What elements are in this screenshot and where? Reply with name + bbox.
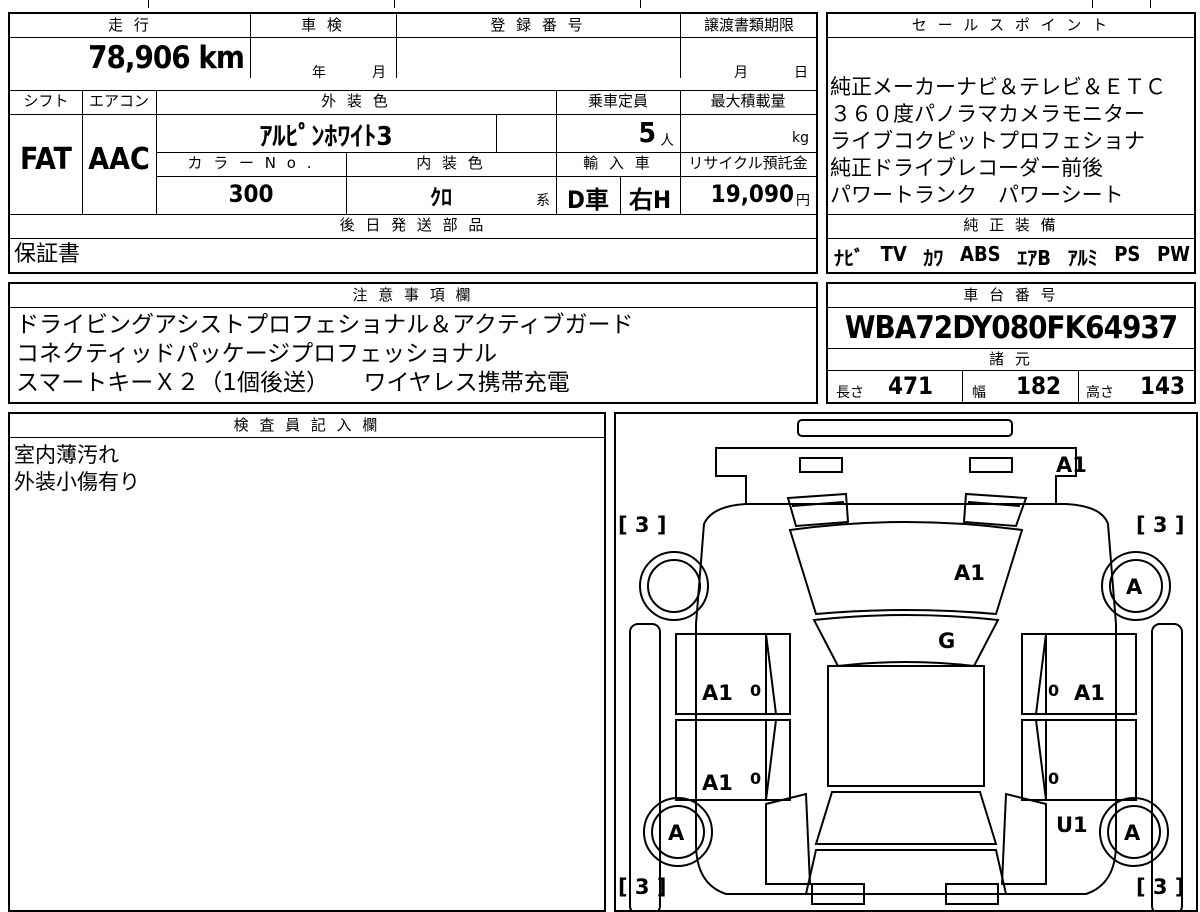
sales-point-item: 純正メーカーナビ＆テレビ＆ＥＴＣ — [830, 75, 1166, 99]
shift-value: FAT — [20, 142, 72, 177]
color-no-value: 300 — [228, 180, 274, 208]
inspection-label: 車 検 — [301, 16, 345, 34]
yen-unit: 円 — [796, 193, 810, 209]
equipment-item: ABS — [960, 242, 1001, 266]
equipment-item: ﾅﾋﾞ — [834, 246, 864, 270]
recycle-label: リサイクル預託金 — [688, 154, 808, 172]
inspector-note: 室内薄汚れ — [14, 443, 119, 467]
tire-br-rating: [ 3 ] — [1136, 875, 1184, 899]
interior-color-label: 内 装 色 — [416, 154, 486, 172]
specs-label: 諸 元 — [989, 350, 1033, 368]
series-unit: 系 — [536, 193, 550, 209]
damage-diagram-box: [ 3 ] [ 3 ] [ 3 ] [ 3 ] A A A A1 A1 G A1… — [614, 412, 1198, 912]
zero-mark: 0 — [750, 769, 761, 788]
equipment-item: TV — [880, 242, 907, 266]
inspection-year-unit: 年 — [312, 65, 326, 81]
chassis-label: 車 台 番 号 — [963, 286, 1059, 304]
sales-point-item: ３６０度パノラマカメラモニター — [830, 102, 1145, 126]
front-door-right-code: A1 — [1074, 681, 1105, 705]
top-edge-strip — [0, 0, 1200, 8]
later-parts-value: 保証書 — [14, 242, 81, 267]
aircon-label: エアコン — [88, 92, 149, 110]
max-load-unit: kg — [792, 130, 809, 146]
zero-mark: 0 — [1048, 769, 1059, 788]
vehicle-info-table: 走 行 車 検 登 録 番 号 譲渡書類期限 78,906 km 年 月 月 日… — [8, 12, 818, 274]
capacity-value: 5 — [638, 116, 656, 149]
sales-points-label: セ ー ル ス ポ イ ン ト — [911, 16, 1111, 34]
sales-point-item: ライブコクピットプロフェショナ — [830, 129, 1145, 153]
exterior-color-label: 外 装 色 — [321, 92, 391, 110]
inspector-note: 外装小傷有り — [14, 470, 140, 494]
capacity-label: 乗車定員 — [587, 92, 648, 110]
equipment-item: ｶﾜ — [923, 246, 944, 270]
mileage-label: 走 行 — [108, 16, 152, 34]
tire-tr-rating: [ 3 ] — [1136, 513, 1184, 537]
length-value: 471 — [888, 372, 934, 400]
equipment-list: ﾅﾋﾞ TV ｶﾜ ABS ｴｱB ｱﾙﾐ PS PW — [834, 242, 1190, 271]
note-line: ドライビングアシストプロフェショナル＆アクティブガード — [16, 312, 634, 338]
rear-quarter-right-code: U1 — [1056, 813, 1088, 837]
chassis-specs-box: 車 台 番 号 WBA72DY080FK64937 諸 元 長さ 471 幅 1… — [826, 282, 1196, 404]
registration-label: 登 録 番 号 — [490, 16, 586, 34]
later-parts-label: 後 日 発 送 部 品 — [339, 216, 487, 234]
shift-label: シフト — [23, 92, 69, 110]
import-label: 輸 入 車 — [583, 154, 653, 172]
notes-box: 注 意 事 項 欄 ドライビングアシストプロフェショナル＆アクティブガード コネ… — [8, 282, 818, 404]
wheel-bl-code: A — [668, 821, 685, 845]
height-unit: 高さ — [1086, 385, 1114, 401]
sales-point-item: パワートランク パワーシート — [830, 183, 1124, 207]
genuine-equipment-label: 純 正 装 備 — [963, 216, 1059, 234]
width-value: 182 — [1016, 372, 1062, 400]
wheel-tr-code: A — [1126, 575, 1143, 599]
front-door-left-code: A1 — [702, 681, 733, 705]
zero-mark: 0 — [1048, 681, 1059, 700]
recycle-value: 19,090 — [710, 180, 794, 208]
equipment-item: PW — [1156, 242, 1190, 266]
sales-point-item: 純正ドライブレコーダー前後 — [830, 156, 1103, 180]
zero-mark: 0 — [750, 681, 761, 700]
mileage-value: 78,906 km — [88, 40, 245, 76]
bumper-damage-code: A1 — [1056, 453, 1087, 477]
import-value: D車 — [567, 186, 609, 214]
wheel-br-code: A — [1124, 821, 1141, 845]
transfer-day-unit: 日 — [794, 65, 808, 81]
sales-points-box: セ ー ル ス ポ イ ン ト 純正メーカーナビ＆テレビ＆ＥＴＣ ３６０度パノラ… — [826, 12, 1196, 274]
height-value: 143 — [1140, 372, 1186, 400]
tire-bl-rating: [ 3 ] — [618, 875, 666, 899]
transfer-month-unit: 月 — [734, 65, 748, 81]
aircon-value: AAC — [88, 142, 150, 177]
inspector-label: 検 査 員 記 入 欄 — [233, 416, 381, 434]
hood-damage-code: A1 — [954, 561, 985, 585]
color-no-label: カ ラ ー N o . — [187, 154, 315, 172]
sales-points-list: 純正メーカーナビ＆テレビ＆ＥＴＣ ３６０度パノラマカメラモニター ライブコクピッ… — [830, 74, 1192, 209]
notes-label: 注 意 事 項 欄 — [352, 286, 474, 304]
equipment-item: ｱﾙﾐ — [1067, 246, 1098, 270]
capacity-unit: 人 — [660, 133, 674, 149]
equipment-item: ｴｱB — [1017, 246, 1051, 270]
equipment-item: PS — [1114, 242, 1141, 266]
note-line: スマートキーＸ２（1個後送） ワイヤレス携帯充電 — [16, 370, 570, 396]
tire-tl-rating: [ 3 ] — [618, 513, 666, 537]
steering-value: 右H — [628, 186, 672, 214]
length-unit: 長さ — [836, 385, 864, 401]
inspector-box: 検 査 員 記 入 欄 室内薄汚れ 外装小傷有り — [8, 412, 606, 912]
windshield-code: G — [938, 629, 955, 653]
interior-color-value: ｸﾛ — [429, 186, 452, 211]
exterior-color-value: ｱﾙﾋﾟﾝﾎﾜｲﾄ3 — [259, 122, 393, 152]
car-damage-diagram: [ 3 ] [ 3 ] [ 3 ] [ 3 ] A A A A1 A1 G A1… — [618, 419, 1184, 910]
inspection-month-unit: 月 — [372, 65, 386, 81]
width-unit: 幅 — [972, 385, 986, 401]
chassis-number: WBA72DY080FK64937 — [844, 310, 1178, 346]
transfer-deadline-label: 譲渡書類期限 — [703, 16, 794, 34]
note-line: コネクティッドパッケージプロフェッショナル — [16, 341, 498, 367]
rear-door-left-code: A1 — [702, 771, 733, 795]
max-load-label: 最大積載量 — [710, 92, 786, 110]
